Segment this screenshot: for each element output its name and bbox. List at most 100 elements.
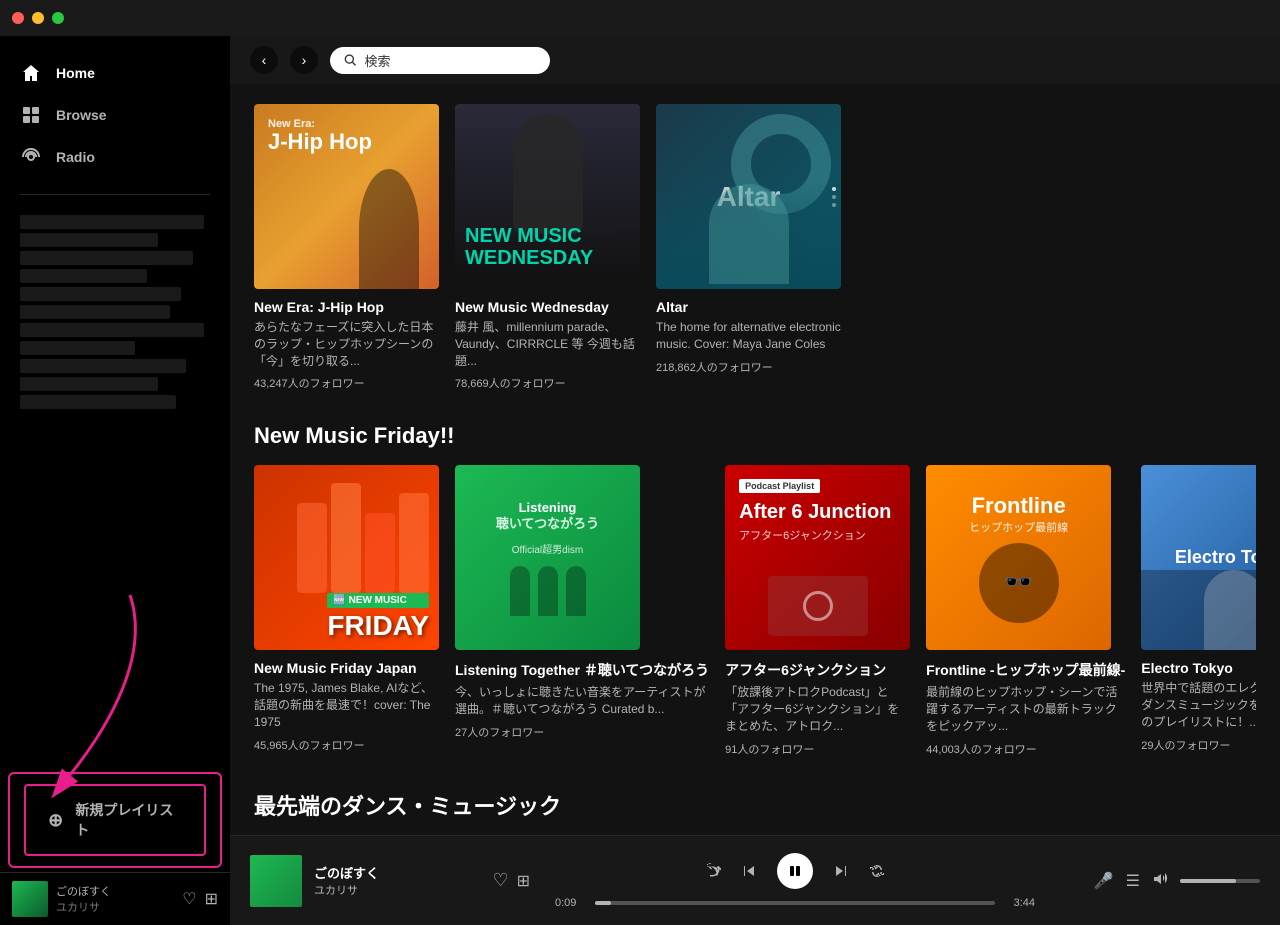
card-image-frontline: Frontline ヒップホップ最前線 🕶️ [926,465,1111,650]
card-jhiphop[interactable]: New Era: J-Hip Hop New Era: J-Hip Hop あら… [254,104,439,391]
card-title-electrotokyo: Electro Tokyo [1141,660,1256,676]
next-button[interactable] [833,863,849,879]
frontline-artwork: Frontline ヒップホップ最前線 🕶️ [926,465,1111,650]
volume-slider[interactable] [1180,879,1260,883]
playlist-item-blur-9[interactable] [20,359,186,373]
new-playlist-label: 新規プレイリスト [75,800,184,840]
card-newmusicwed[interactable]: NEW MUSICWEDNESDAY New Music Wednesday 藤… [455,104,640,391]
card-followers-frontline: 44,003人のフォロワー [926,741,1125,757]
playlist-item-blur-11[interactable] [20,395,176,409]
card-image-friday: 🆕 NEW MUSIC FRIDAY [254,465,439,650]
card-image-after6: Podcast Playlist After 6 Junction アフター6ジ… [725,465,910,650]
play-pause-button[interactable] [777,853,813,889]
forward-button[interactable]: › [290,46,318,74]
sidebar-nav: Home Browse [0,44,230,186]
playlist-item-blur-1[interactable] [20,215,204,229]
playlist-item-blur-3[interactable] [20,251,193,265]
card-followers-jhiphop: 43,247人のフォロワー [254,375,439,391]
playlist-item-blur-7[interactable] [20,323,204,337]
frontline-sub: ヒップホップ最前線 [969,519,1068,535]
maximize-button[interactable] [52,12,64,24]
sidebar-item-browse[interactable]: Browse [0,94,230,136]
altar-person-shape [709,184,789,284]
card-frontline[interactable]: Frontline ヒップホップ最前線 🕶️ Frontline -ヒップホップ… [926,465,1125,756]
sidebar-playlists [0,203,230,768]
controls-buttons [705,853,885,889]
section2-title: New Music Friday!! [254,423,1256,449]
card-title-jhiphop: New Era: J-Hip Hop [254,299,439,315]
card-image-jhiphop: New Era: J-Hip Hop [254,104,439,289]
jhiphop-label2: J-Hip Hop [268,130,372,154]
playlist-item-blur-2[interactable] [20,233,158,247]
back-button[interactable]: ‹ [250,46,278,74]
playlist-item-blur-8[interactable] [20,341,135,355]
glasses-icon: 🕶️ [1004,568,1034,597]
frontline-text: Frontline [972,493,1066,519]
card-title-friday: New Music Friday Japan [254,660,439,676]
sidebar-item-radio[interactable]: Radio [0,136,230,178]
close-button[interactable] [12,12,24,24]
friday-cards-row: 🆕 NEW MUSIC FRIDAY New Music Friday Japa… [254,465,1256,756]
card-desc-frontline: 最前線のヒップホップ・シーンで活躍するアーティストの最新トラックをピックアッ..… [926,684,1125,734]
card-after6[interactable]: Podcast Playlist After 6 Junction アフター6ジ… [725,465,910,756]
card-followers-electrotokyo: 29人のフォロワー [1141,737,1256,753]
player-bar: ごのぼすく ユカリサ ♡ ⊞ [230,835,1280,925]
playlist-item-blur-10[interactable] [20,377,158,391]
sidebar: Home Browse [0,36,230,925]
add-queue-icon[interactable]: ⊞ [205,889,218,909]
frontline-person: 🕶️ [979,543,1059,623]
search-icon [344,53,357,67]
jhiphop-artwork: New Era: J-Hip Hop [254,104,439,289]
progress-track[interactable] [595,901,995,905]
card-image-electrotokyo: Electro Tokyo [1141,465,1256,650]
new-playlist-button[interactable]: ⊕ 新規プレイリスト [24,784,206,856]
playlist-item-blur-5[interactable] [20,287,181,301]
now-playing-artist: ユカリサ [56,899,174,915]
newmusic-artwork: NEW MUSICWEDNESDAY [455,104,640,289]
search-box [330,47,550,74]
minimize-button[interactable] [32,12,44,24]
player-left: ごのぼすく ユカリサ ♡ ⊞ [250,855,530,907]
card-altar[interactable]: Altar Altar The home for alternative ele… [656,104,841,391]
listening-official: Official超男dism [512,541,584,556]
friday-new-label: 🆕 NEW MUSIC [327,593,429,608]
heart-icon[interactable]: ♡ [182,889,196,909]
card-followers-newmusicwed: 78,669人のフォロワー [455,375,640,391]
card-image-listening: Listening聴いてつながろう Official超男dism [455,465,640,650]
card-image-altar: Altar [656,104,841,289]
player-artist: ユカリサ [314,882,480,898]
playlist-item-blur-6[interactable] [20,305,170,319]
prev-button[interactable] [741,863,757,879]
card-friday[interactable]: 🆕 NEW MUSIC FRIDAY New Music Friday Japa… [254,465,439,756]
player-add-icon[interactable]: ⊞ [517,871,530,891]
sidebar-divider [20,194,210,195]
search-input[interactable] [365,53,537,68]
section3-title: 最先端のダンス・ミュージック [254,789,1256,821]
browse-icon [20,104,42,126]
topbar: ‹ › [230,36,1280,84]
shuffle-button[interactable] [705,863,721,879]
card-desc-listening: 今、いっしょに聴きたい音楽をアーティストが選曲。＃聴いてつながろう Curate… [455,684,709,718]
now-playing-sidebar: ごのぼすく ユカリサ ♡ ⊞ [0,872,230,925]
altar-person [656,179,841,289]
progress-fill [595,901,611,905]
sidebar-browse-label: Browse [56,107,107,123]
person-shape [1204,570,1256,650]
progress-bar: 0:09 3:44 [555,897,1035,909]
sidebar-item-home[interactable]: Home [0,52,230,94]
card-listening[interactable]: Listening聴いてつながろう Official超男dism Listeni… [455,465,709,756]
playlist-item-blur-4[interactable] [20,269,147,283]
card-title-altar: Altar [656,299,841,315]
queue-icon[interactable]: ☰ [1126,871,1140,891]
card-electrotokyo[interactable]: Electro Tokyo Electro Tokyo 世界中で話題のエレクトリ… [1141,465,1256,756]
card-desc-altar: The home for alternative electronic musi… [656,319,841,353]
person-figure [513,114,583,234]
card-followers-listening: 27人のフォロワー [455,724,709,740]
player-info: ごのぼすく ユカリサ [314,863,480,898]
volume-icon[interactable] [1152,870,1168,891]
repeat-button[interactable] [869,863,885,879]
after6-artwork: Podcast Playlist After 6 Junction アフター6ジ… [725,465,910,650]
lyrics-icon[interactable]: 🎤 [1094,871,1114,891]
player-heart-icon[interactable]: ♡ [492,870,508,891]
now-playing-info: ごのぼすく ユカリサ [56,883,174,915]
